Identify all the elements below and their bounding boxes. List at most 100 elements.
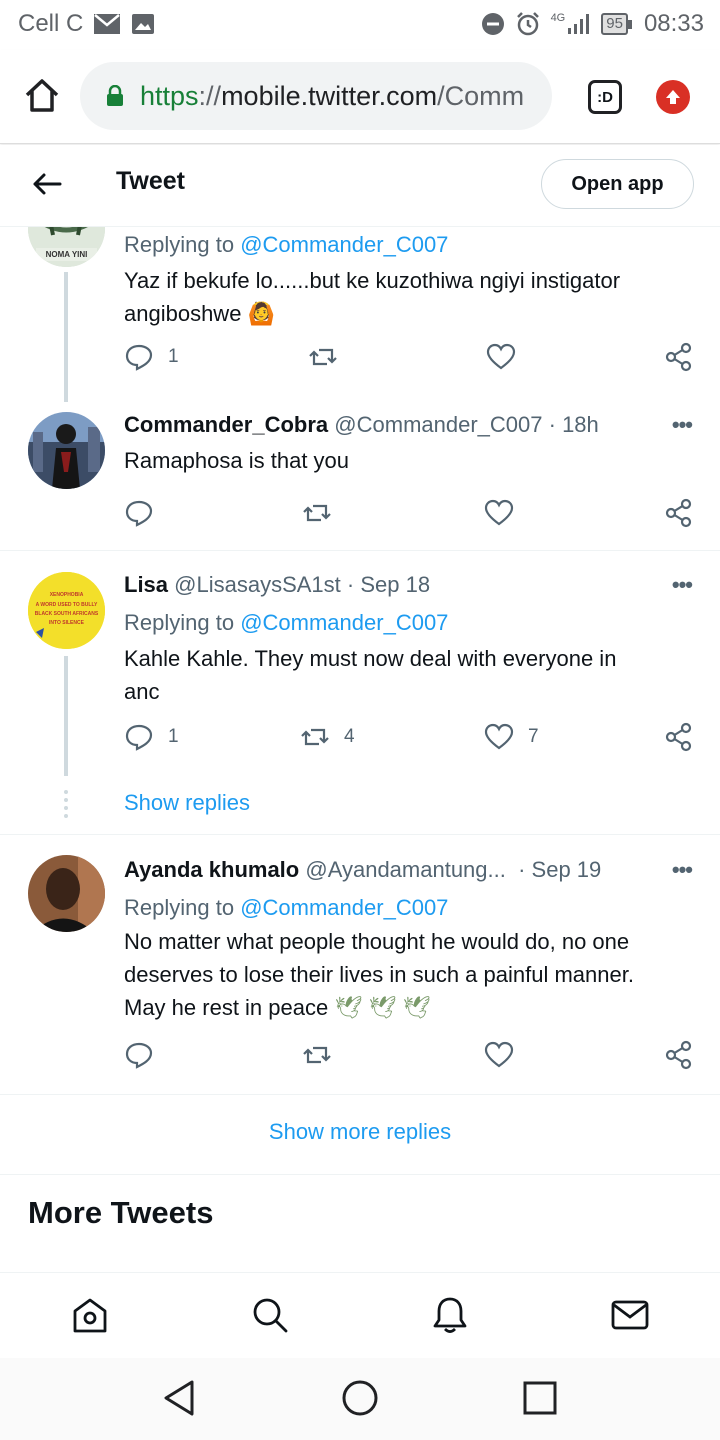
tweet-header-line: Ayanda khumalo @Ayandamantung... · Sep 1… <box>124 857 694 883</box>
search-icon[interactable] <box>250 1295 290 1335</box>
page-title: Tweet <box>116 167 185 195</box>
arrow-up-icon <box>666 90 680 104</box>
divider <box>0 1094 720 1095</box>
share-icon <box>665 1040 692 1070</box>
retweet-button[interactable] <box>302 498 346 528</box>
clock: 08:33 <box>643 10 704 37</box>
recents-icon[interactable] <box>520 1378 560 1418</box>
more-options-icon[interactable]: ••• <box>672 412 693 438</box>
replying-to: Replying to @Commander_C007 <box>124 610 449 635</box>
thread-dots <box>64 790 68 818</box>
tweet-time: · Sep 18 <box>346 572 431 597</box>
tweet-actions <box>124 1040 696 1076</box>
tweet-actions: 1 4 7 <box>124 722 696 758</box>
tweet-actions: 1 <box>124 342 696 378</box>
url-bar[interactable]: https://mobile.twitter.com/Comm <box>80 62 552 130</box>
tweet-reply-3[interactable]: XENOPHOBIA A WORD USED TO BULLY BLACK SOUT… <box>0 570 720 834</box>
avatar[interactable] <box>28 412 105 489</box>
tab-switcher-button[interactable]: :D <box>588 80 622 114</box>
emoji: 🕊 🕊 🕊 <box>334 995 431 1020</box>
do-not-disturb-icon <box>481 13 504 35</box>
user-handle[interactable]: @LisasaysSA1st <box>174 572 341 597</box>
reply-button[interactable] <box>124 1040 168 1070</box>
network-type-label: 4G <box>550 12 566 24</box>
status-bar: Cell C 4G 95 08:33 <box>0 0 720 50</box>
user-name[interactable]: Commander_Cobra <box>124 412 328 437</box>
show-replies-link[interactable]: Show replies <box>124 790 250 816</box>
divider <box>0 834 720 835</box>
mention-link[interactable]: @Commander_C007 <box>240 232 448 257</box>
mail-icon[interactable] <box>610 1295 650 1335</box>
thread-line <box>64 272 68 402</box>
more-options-icon[interactable]: ••• <box>672 857 693 883</box>
browser-toolbar: https://mobile.twitter.com/Comm :D <box>0 50 720 144</box>
reply-count: 1 <box>168 726 179 747</box>
retweet-button[interactable]: 4 <box>300 722 355 752</box>
reply-button[interactable]: 1 <box>124 722 179 752</box>
update-button[interactable] <box>656 80 690 114</box>
tweet-reply-2[interactable]: Commander_Cobra @Commander_C007 · 18h Ra… <box>0 410 720 550</box>
mention-link[interactable]: @Commander_C007 <box>240 610 448 635</box>
user-handle[interactable]: @Commander_C007 <box>334 412 542 437</box>
reply-icon <box>125 500 153 527</box>
tweet-header-line: Commander_Cobra @Commander_C007 · 18h <box>124 412 694 438</box>
retweet-icon <box>303 1046 331 1064</box>
avatar[interactable] <box>28 855 105 932</box>
like-button[interactable] <box>486 342 530 372</box>
avatar-text: BLACK SOUTH AFRICANS <box>35 611 99 617</box>
avatar[interactable]: XENOPHOBIA A WORD USED TO BULLY BLACK SOUT… <box>28 572 105 649</box>
user-name[interactable]: Lisa <box>124 572 168 597</box>
share-icon <box>665 498 692 528</box>
tweet-reply-4[interactable]: Ayanda khumalo @Ayandamantung... · Sep 1… <box>0 855 720 1095</box>
bottom-nav <box>0 1272 720 1358</box>
like-button[interactable] <box>484 498 528 528</box>
retweet-icon <box>301 728 329 746</box>
replying-to: Replying to @Commander_C007 <box>124 232 449 257</box>
reply-icon <box>125 1042 153 1069</box>
tweet-text: Ramaphosa is that you <box>124 448 350 473</box>
share-button[interactable] <box>664 342 694 372</box>
share-button[interactable] <box>664 1040 694 1070</box>
carrier-label: Cell C <box>18 10 84 37</box>
share-button[interactable] <box>664 498 694 528</box>
avatar-text: XENOPHOBIA <box>50 592 84 598</box>
mail-icon <box>94 14 121 34</box>
home-circle-icon[interactable] <box>340 1378 380 1418</box>
reply-count: 1 <box>168 346 179 367</box>
bell-icon[interactable] <box>430 1295 470 1335</box>
share-button[interactable] <box>664 722 694 752</box>
tweet-actions <box>124 498 696 534</box>
more-tweets-heading: More Tweets <box>28 1195 214 1230</box>
back-icon[interactable] <box>160 1378 200 1418</box>
avatar-text: INTO SILENCE <box>49 620 85 626</box>
like-button[interactable] <box>484 1040 528 1070</box>
lock-icon <box>107 85 123 106</box>
retweet-icon <box>303 504 331 522</box>
like-button[interactable]: 7 <box>484 722 539 752</box>
url-text: https://mobile.twitter.com/Comm <box>140 80 525 111</box>
home-icon[interactable] <box>22 76 62 116</box>
reply-icon <box>125 344 153 371</box>
divider <box>0 550 720 551</box>
reply-button[interactable] <box>124 498 168 528</box>
heart-icon <box>484 1041 514 1068</box>
back-arrow-icon[interactable] <box>30 167 64 201</box>
retweet-count: 4 <box>344 726 355 747</box>
reply-button[interactable]: 1 <box>124 342 179 372</box>
retweet-button[interactable] <box>308 342 352 372</box>
show-more-replies-link[interactable]: Show more replies <box>0 1119 720 1145</box>
share-icon <box>665 342 692 372</box>
mention-link[interactable]: @Commander_C007 <box>240 895 448 920</box>
open-app-button[interactable]: Open app <box>541 159 694 209</box>
home-icon[interactable] <box>70 1295 110 1335</box>
tweet-time: · Sep 19 <box>518 857 602 882</box>
tweet-text: Yaz if bekufe lo......but ke kuzothiwa n… <box>124 268 621 326</box>
signal-icon: 4G <box>551 13 592 35</box>
retweet-button[interactable] <box>302 1040 346 1070</box>
avatar-text: NOMA YINI <box>46 250 88 259</box>
user-handle[interactable]: @Ayandamantung... <box>305 857 506 882</box>
emoji: 🙆 <box>247 301 275 326</box>
more-options-icon[interactable]: ••• <box>672 572 693 598</box>
user-name[interactable]: Ayanda khumalo <box>124 857 299 882</box>
heart-icon <box>486 343 516 370</box>
